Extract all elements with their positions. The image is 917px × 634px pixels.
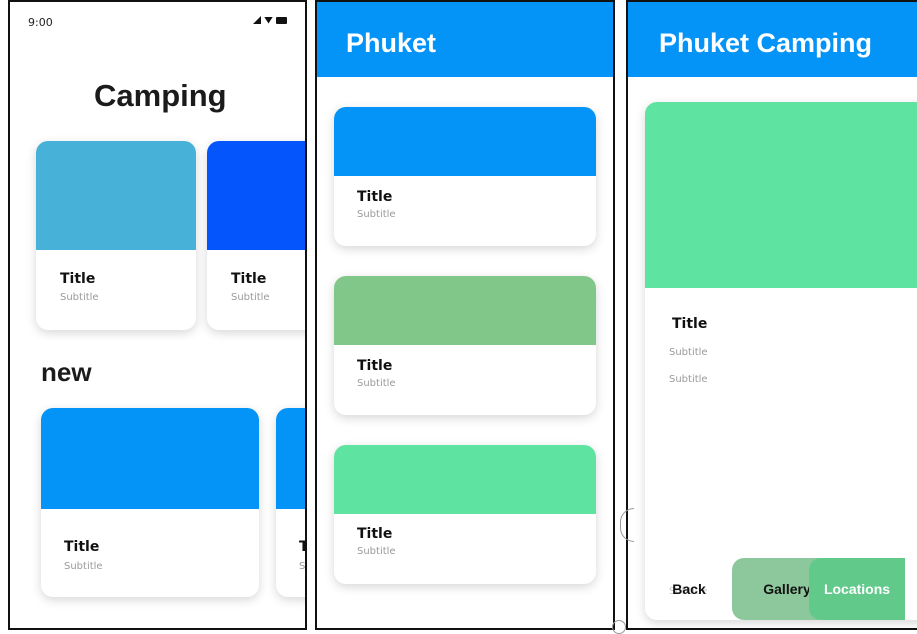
header-title: Phuket Camping: [659, 28, 873, 58]
tab-back[interactable]: Back: [654, 558, 724, 620]
scroll-handle-lower: [612, 620, 626, 634]
battery-icon: [276, 16, 287, 24]
detail-subtitle-2: Subtitle: [669, 374, 708, 385]
card-subtitle: Subtitle: [231, 292, 270, 303]
new-card-1[interactable]: Title Subtitle: [41, 408, 259, 597]
card-title: Title: [64, 539, 100, 555]
app-header: Phuket: [317, 2, 613, 77]
header-title: Phuket: [346, 28, 437, 58]
card-image: [334, 445, 596, 514]
wifi-icon: [264, 16, 273, 24]
card-subtitle: S: [299, 561, 306, 572]
section-heading-new: new: [41, 357, 92, 387]
phuket-card-2[interactable]: Title Subtitle: [334, 276, 596, 415]
signal-icon: [253, 16, 261, 24]
card-subtitle: Subtitle: [357, 546, 396, 557]
camping-card-2[interactable]: Title Subtitle: [207, 141, 305, 330]
card-title: Title: [357, 526, 393, 542]
card-subtitle: Subtitle: [357, 209, 396, 220]
camping-card-1[interactable]: Title Subtitle: [36, 141, 196, 330]
new-card-2[interactable]: T S: [276, 408, 306, 597]
detail-subtitle-1: Subtitle: [669, 347, 708, 358]
detail-title: Title: [672, 316, 708, 332]
tab-locations[interactable]: Locations: [809, 558, 905, 620]
status-icons: [253, 16, 287, 24]
card-subtitle: Subtitle: [60, 292, 99, 303]
card-image: [276, 408, 305, 509]
card-image: [334, 107, 596, 176]
card-title: Title: [357, 189, 393, 205]
card-image: [41, 408, 259, 509]
phuket-screen: Phuket Title Subtitle Title Subtitle Tit…: [315, 0, 615, 630]
card-title: Title: [60, 271, 96, 287]
card-subtitle: Subtitle: [64, 561, 103, 572]
detail-card: Title Subtitle Subtitle Subtitle: [645, 102, 917, 620]
app-header: Phuket Camping: [628, 2, 917, 77]
card-title: Title: [231, 271, 267, 287]
scroll-handle: [620, 508, 634, 542]
phuket-card-1[interactable]: Title Subtitle: [334, 107, 596, 246]
camping-screen: 9:00 Camping Title Subtitle Title Subtit…: [8, 0, 307, 630]
phuket-card-3[interactable]: Title Subtitle: [334, 445, 596, 584]
status-bar: 9:00: [28, 16, 287, 30]
card-image: [334, 276, 596, 345]
page-title: Camping: [94, 78, 227, 113]
card-image: [207, 141, 305, 250]
card-image: [36, 141, 196, 250]
detail-image: [645, 102, 917, 288]
tab-bar: Back Gallery Locations: [628, 558, 917, 620]
phuket-camping-screen: Phuket Camping Title Subtitle Subtitle S…: [626, 0, 917, 630]
status-time: 9:00: [28, 16, 53, 29]
card-subtitle: Subtitle: [357, 378, 396, 389]
card-title: T: [299, 539, 305, 555]
card-title: Title: [357, 358, 393, 374]
